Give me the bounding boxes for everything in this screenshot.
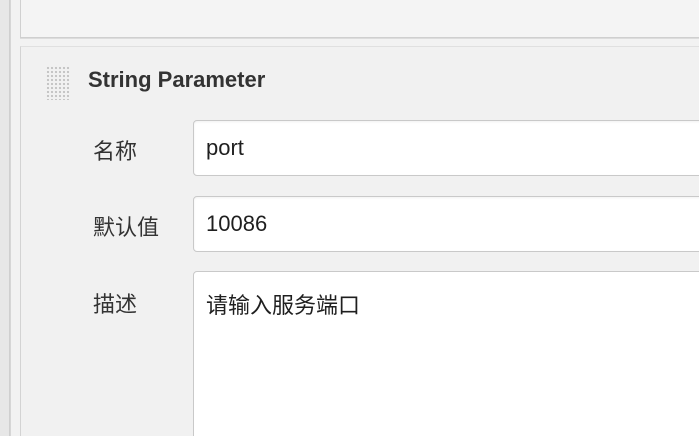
default-value-label: 默认值 bbox=[93, 216, 160, 241]
section-divider bbox=[20, 38, 699, 39]
parameter-type-title: String Parameter bbox=[88, 67, 266, 92]
name-label: 名称 bbox=[93, 140, 138, 165]
outer-left-rail bbox=[0, 0, 10, 436]
default-value-input[interactable]: 10086 bbox=[193, 196, 699, 252]
name-input[interactable]: port bbox=[193, 120, 699, 176]
description-label: 描述 bbox=[93, 293, 138, 318]
previous-section bbox=[20, 0, 699, 38]
description-textarea[interactable]: 请输入服务端口 bbox=[193, 271, 699, 436]
drag-handle-icon[interactable] bbox=[46, 66, 70, 100]
jenkins-parameter-config: String Parameter 名称 port 默认值 10086 描述 请输… bbox=[0, 0, 699, 436]
